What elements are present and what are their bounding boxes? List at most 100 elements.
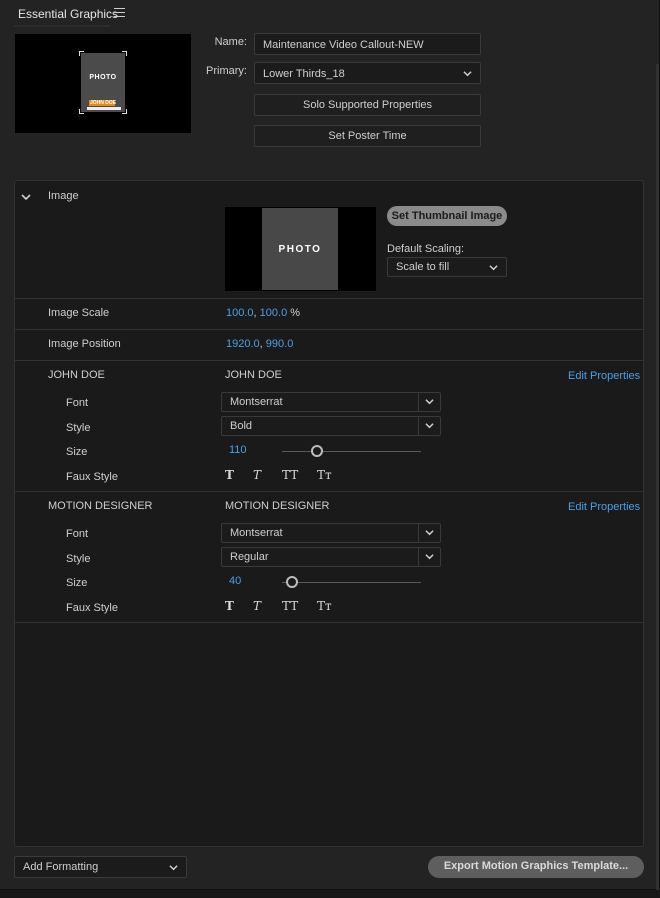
chevron-down-icon: [463, 71, 472, 77]
collapse-chevron-icon[interactable]: [21, 192, 31, 202]
poster-button-label: Set Poster Time: [328, 130, 407, 142]
export-motion-graphics-template-button[interactable]: Export Motion Graphics Template...: [428, 856, 644, 878]
divider: [15, 622, 643, 623]
style-value: Regular: [230, 551, 269, 563]
divider: [15, 491, 643, 492]
image-position-label: Image Position: [48, 338, 121, 350]
selection-corner-tr: [122, 51, 127, 56]
divider: [15, 360, 643, 361]
size-slider-knob[interactable]: [311, 445, 323, 457]
faux-italic-icon[interactable]: T: [253, 599, 261, 613]
edit-properties-link[interactable]: Edit Properties: [568, 501, 640, 513]
style-value: Bold: [230, 420, 253, 432]
size-slider-track[interactable]: [282, 582, 421, 583]
font-dropdown[interactable]: Montserrat: [221, 392, 441, 412]
text-layer-value[interactable]: MOTION DESIGNER: [225, 500, 330, 512]
image-position-x[interactable]: 1920.0: [226, 338, 260, 350]
style-label: Style: [66, 553, 91, 565]
primary-label: Primary:: [206, 65, 247, 77]
image-scale-label: Image Scale: [48, 307, 110, 319]
thumbnail-photo-card: PHOTO JOHN DOE: [81, 53, 125, 112]
panel-title[interactable]: Essential Graphics: [18, 7, 118, 21]
faux-bold-icon[interactable]: T: [225, 599, 234, 613]
name-label: Name:: [214, 36, 247, 48]
faux-bold-icon[interactable]: T: [225, 468, 234, 482]
image-scale-unit: %: [290, 307, 301, 319]
all-caps-icon[interactable]: TT: [282, 599, 298, 613]
size-label: Size: [66, 446, 88, 458]
size-slider-track[interactable]: [282, 451, 421, 452]
image-position-y[interactable]: 990.0: [266, 338, 294, 350]
chevron-down-icon: [425, 554, 434, 560]
thumbnail-name-text: JOHN DOE: [90, 99, 117, 106]
image-scale-sep: ,: [253, 307, 257, 319]
style-label: Style: [66, 422, 91, 434]
add-formatting-label: Add Formatting: [23, 861, 99, 873]
edit-properties-link[interactable]: Edit Properties: [568, 370, 640, 382]
panel-tab-bar: Essential Graphics: [0, 0, 660, 28]
divider: [15, 329, 643, 330]
size-value[interactable]: 40: [229, 575, 241, 587]
chevron-down-icon: [489, 265, 498, 271]
font-label: Font: [66, 397, 89, 409]
image-scale-x[interactable]: 100.0: [226, 307, 254, 319]
set-thumbnail-image-button[interactable]: Set Thumbnail Image: [387, 206, 507, 226]
set-poster-time-button[interactable]: Set Poster Time: [254, 125, 481, 147]
faux-style-label: Faux Style: [66, 602, 118, 614]
export-button-label: Export Motion Graphics Template...: [443, 860, 629, 872]
style-dropdown[interactable]: Bold: [221, 416, 441, 436]
thumbnail-photo-text: PHOTO: [89, 74, 117, 81]
small-caps-icon[interactable]: Tт: [317, 599, 332, 613]
tab-underline: [14, 25, 110, 27]
image-preview: PHOTO: [225, 207, 376, 291]
divider: [15, 298, 643, 299]
size-slider-knob[interactable]: [286, 576, 298, 588]
image-position-value: 1920.0, 990.0: [226, 338, 293, 350]
default-scaling-dropdown[interactable]: Scale to fill: [387, 257, 507, 277]
panel-scroll-edge: [656, 64, 659, 894]
selection-corner-br: [122, 109, 127, 114]
image-scale-value: 100.0, 100.0 %: [226, 307, 300, 319]
dropdown-button: [418, 393, 440, 411]
set-thumbnail-label: Set Thumbnail Image: [391, 210, 503, 222]
dropdown-button: [418, 548, 440, 566]
chevron-down-icon: [169, 865, 178, 871]
selection-corner-tl: [79, 51, 84, 56]
image-section-title: Image: [48, 190, 79, 202]
chevron-down-icon: [425, 530, 434, 536]
image-position-sep: ,: [259, 338, 263, 350]
image-preview-card: PHOTO: [262, 208, 338, 290]
default-scaling-label: Default Scaling:: [387, 243, 465, 255]
name-value: Maintenance Video Callout-NEW: [263, 39, 424, 51]
chevron-down-icon: [425, 399, 434, 405]
faux-style-label: Faux Style: [66, 471, 118, 483]
primary-dropdown[interactable]: Lower Thirds_18: [254, 62, 481, 84]
image-preview-text: PHOTO: [278, 244, 322, 255]
solo-supported-properties-button[interactable]: Solo Supported Properties: [254, 94, 481, 116]
add-formatting-dropdown[interactable]: Add Formatting: [14, 856, 187, 878]
solo-button-label: Solo Supported Properties: [302, 99, 433, 111]
template-thumbnail: PHOTO JOHN DOE: [15, 34, 191, 133]
font-value: Montserrat: [230, 527, 283, 539]
style-dropdown[interactable]: Regular: [221, 547, 441, 567]
hamburger-menu-icon[interactable]: [114, 8, 125, 18]
font-label: Font: [66, 528, 89, 540]
text-layer-value[interactable]: JOHN DOE: [225, 369, 282, 381]
dropdown-button: [418, 417, 440, 435]
small-caps-icon[interactable]: Tт: [317, 468, 332, 482]
chevron-down-icon: [425, 423, 434, 429]
selection-corner-bl: [79, 109, 84, 114]
size-value[interactable]: 110: [229, 444, 247, 456]
font-value: Montserrat: [230, 396, 283, 408]
text-layer-name: JOHN DOE: [48, 369, 105, 381]
panel-bottom-edge: [0, 890, 660, 898]
primary-value: Lower Thirds_18: [263, 68, 345, 80]
font-dropdown[interactable]: Montserrat: [221, 523, 441, 543]
text-layer-name: MOTION DESIGNER: [48, 500, 153, 512]
image-scale-y[interactable]: 100.0: [260, 307, 288, 319]
properties-section: Image PHOTO Set Thumbnail Image Default …: [14, 180, 644, 847]
faux-italic-icon[interactable]: T: [253, 468, 261, 482]
all-caps-icon[interactable]: TT: [282, 468, 298, 482]
name-field[interactable]: Maintenance Video Callout-NEW: [254, 33, 481, 55]
dropdown-button: [418, 524, 440, 542]
